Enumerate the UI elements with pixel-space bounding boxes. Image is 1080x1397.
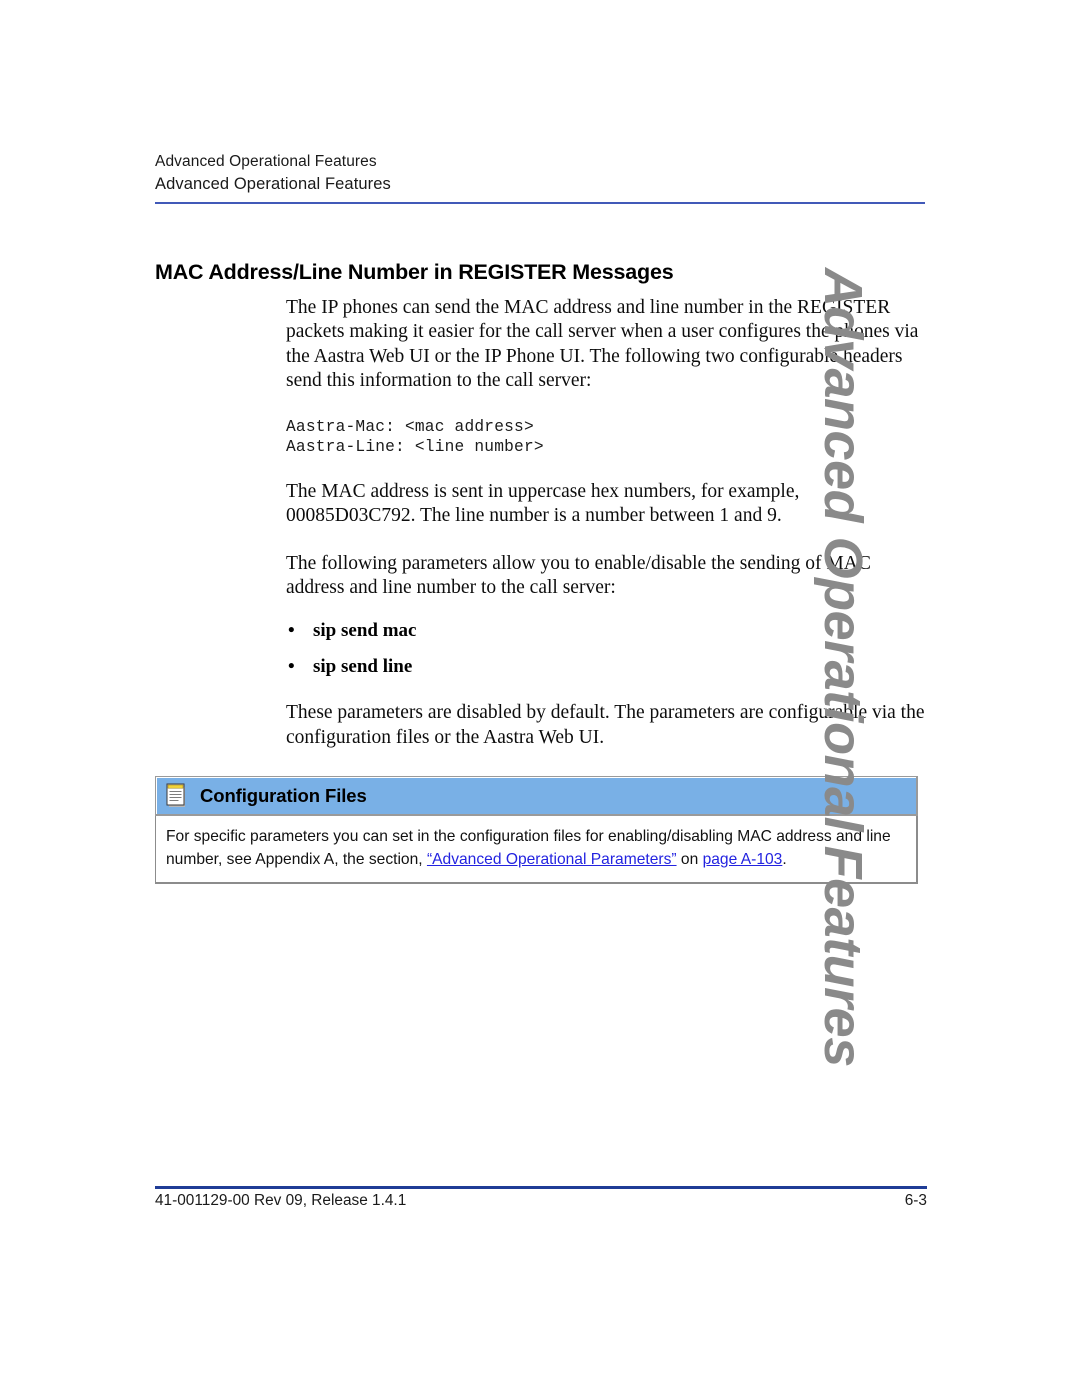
page-title: MAC Address/Line Number in REGISTER Mess… xyxy=(155,260,674,285)
callout-text-middle: on xyxy=(676,851,703,868)
bullet-icon: • xyxy=(288,620,295,642)
footer-document-id: 41-001129-00 Rev 09, Release 1.4.1 xyxy=(155,1192,407,1209)
callout-header-bar: Configuration Files xyxy=(155,776,918,816)
document-page: Advanced Operational Features Advanced O… xyxy=(0,0,1080,1397)
side-tab-label: Advanced Operational Features xyxy=(813,268,873,1067)
callout-text-tail: . xyxy=(782,851,787,868)
running-header-line-1: Advanced Operational Features xyxy=(155,153,377,170)
callout-body: For specific parameters you can set in t… xyxy=(155,816,918,884)
footer-divider-rule xyxy=(155,1186,927,1189)
configuration-files-callout: Configuration Files For specific paramet… xyxy=(155,776,918,884)
bullet-icon: • xyxy=(288,656,295,678)
running-header-line-2: Advanced Operational Features xyxy=(155,175,391,193)
link-advanced-operational-parameters[interactable]: “Advanced Operational Parameters” xyxy=(427,851,677,868)
running-header: Advanced Operational Features Advanced O… xyxy=(155,150,930,196)
list-item-label: sip send line xyxy=(313,656,413,678)
header-divider-rule xyxy=(155,202,925,204)
callout-title: Configuration Files xyxy=(200,784,367,806)
callout-text: For specific parameters you can set in t… xyxy=(166,825,904,871)
config-file-icon xyxy=(166,783,187,808)
footer-page-number: 6-3 xyxy=(904,1192,927,1209)
page-footer: 41-001129-00 Rev 09, Release 1.4.1 6-3 xyxy=(155,1192,927,1210)
list-item-label: sip send mac xyxy=(313,620,417,642)
link-page-a-103[interactable]: page A-103 xyxy=(703,851,783,868)
